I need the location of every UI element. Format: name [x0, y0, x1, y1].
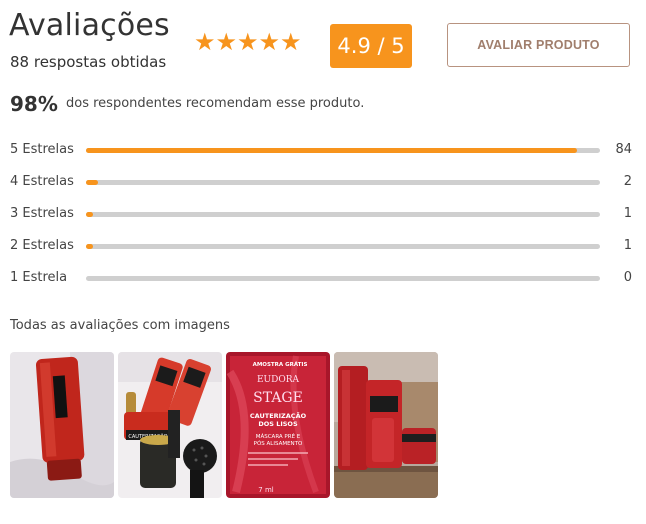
- rating-row-count: 1: [623, 238, 632, 253]
- sachet-text: EUDORA: [257, 375, 300, 385]
- sachet-text: DOS LISOS: [258, 420, 298, 428]
- rating-row-label: 2 Estrelas: [10, 238, 74, 253]
- sachet-text: STAGE: [253, 390, 303, 406]
- rating-row-3[interactable]: 3 Estrelas 1: [10, 204, 632, 224]
- rating-row-count: 1: [623, 206, 632, 221]
- star-icon: ★: [194, 28, 216, 56]
- rating-row-count: 84: [615, 142, 632, 157]
- sachet-text: PÓS ALISAMENTO: [254, 440, 303, 447]
- rating-bar-fill: [86, 180, 98, 185]
- rating-bar-track: [86, 180, 600, 185]
- average-score-badge: 4.9 / 5: [330, 24, 412, 68]
- rating-bar-track: [86, 276, 600, 281]
- rating-row-label: 5 Estrelas: [10, 142, 74, 157]
- review-photo-1[interactable]: [10, 352, 114, 498]
- rating-row-label: 4 Estrelas: [10, 174, 74, 189]
- rating-row-label: 3 Estrelas: [10, 206, 74, 221]
- rating-row-5[interactable]: 5 Estrelas 84: [10, 140, 632, 160]
- recommend-text: dos respondentes recomendam esse produto…: [66, 96, 365, 111]
- rating-bar-track: [86, 212, 600, 217]
- star-icon: ★: [280, 28, 302, 56]
- rating-row-2[interactable]: 2 Estrelas 1: [10, 236, 632, 256]
- sachet-text: 7 ml: [258, 486, 273, 494]
- rating-bar-track: [86, 148, 600, 153]
- rate-product-button[interactable]: AVALIAR PRODUTO: [447, 23, 630, 67]
- recommend-percent: 98%: [10, 92, 58, 116]
- sachet-text: AMOSTRA GRÁTIS: [253, 361, 308, 368]
- sachet-text: MÁSCARA PRÉ E: [256, 432, 301, 440]
- review-image-gallery: CAUTERIZAÇÃO AMOSTRA GRÁTIS EUDORA STAGE…: [10, 352, 438, 498]
- rating-row-count: 0: [623, 270, 632, 285]
- rating-row-4[interactable]: 4 Estrelas 2: [10, 172, 632, 192]
- images-section-title: Todas as avaliações com imagens: [10, 318, 230, 333]
- rating-bar-fill: [86, 212, 94, 217]
- responses-count: 88 respostas obtidas: [10, 53, 167, 71]
- star-icon: ★: [237, 28, 259, 56]
- star-icon: ★: [215, 28, 238, 56]
- rating-row-1[interactable]: 1 Estrela 0: [10, 268, 632, 288]
- rating-stars: ★ ★ ★ ★ ★: [194, 28, 302, 56]
- sachet-text: CAUTERIZAÇÃO: [250, 411, 307, 420]
- rating-bar-track: [86, 244, 600, 249]
- review-photo-4[interactable]: [334, 352, 438, 498]
- page-title: Avaliações: [9, 8, 170, 43]
- rating-bar-fill: [86, 244, 94, 249]
- rating-row-label: 1 Estrela: [10, 270, 68, 285]
- star-icon: ★: [258, 28, 281, 56]
- rating-row-count: 2: [623, 174, 632, 189]
- review-photo-3[interactable]: AMOSTRA GRÁTIS EUDORA STAGE CAUTERIZAÇÃO…: [226, 352, 330, 498]
- review-photo-2[interactable]: CAUTERIZAÇÃO: [118, 352, 222, 498]
- rating-bar-fill: [86, 148, 577, 153]
